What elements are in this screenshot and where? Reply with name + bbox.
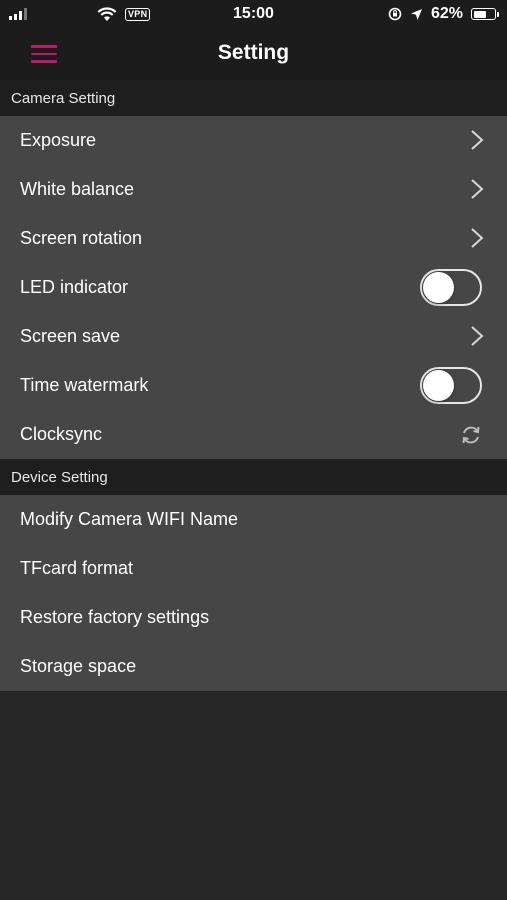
row-screen-rotation[interactable]: Screen rotation	[0, 214, 507, 263]
row-label: TFcard format	[20, 558, 134, 578]
row-label: Exposure	[20, 130, 97, 150]
vpn-badge: VPN	[125, 7, 151, 21]
row-label: Restore factory settings	[20, 607, 210, 627]
section-header-camera: Camera Setting	[0, 80, 507, 116]
row-tfcard-format[interactable]: TFcard format	[0, 544, 507, 593]
row-led-indicator: LED indicator	[0, 263, 507, 312]
cellular-signal-icon	[9, 8, 27, 20]
rotation-lock-icon	[388, 7, 402, 21]
chevron-right-icon	[471, 130, 484, 150]
sync-icon[interactable]	[460, 424, 482, 446]
chevron-right-icon	[471, 228, 484, 248]
chevron-right-icon	[471, 179, 484, 199]
row-label: Screen rotation	[20, 228, 143, 248]
toggle-knob	[423, 272, 454, 303]
row-modify-wifi-name[interactable]: Modify Camera WIFI Name	[0, 495, 507, 544]
location-arrow-icon	[410, 8, 422, 20]
camera-settings-list: Exposure White balance Screen rotation L…	[0, 116, 507, 459]
section-header-device: Device Setting	[0, 459, 507, 495]
status-left	[9, 8, 29, 20]
chevron-right-icon	[471, 326, 484, 346]
row-label: Storage space	[20, 656, 137, 676]
row-label: Screen save	[20, 326, 121, 346]
row-white-balance[interactable]: White balance	[0, 165, 507, 214]
toggle-knob	[423, 370, 454, 401]
status-right-group: 62%	[388, 5, 499, 23]
row-storage-space[interactable]: Storage space	[0, 642, 507, 691]
device-settings-list: Modify Camera WIFI Name TFcard format Re…	[0, 495, 507, 691]
row-screen-save[interactable]: Screen save	[0, 312, 507, 361]
led-indicator-toggle[interactable]	[420, 269, 482, 306]
page-title: Setting	[217, 41, 290, 64]
battery-icon	[471, 8, 499, 20]
row-restore-factory[interactable]: Restore factory settings	[0, 593, 507, 642]
row-label: White balance	[20, 179, 135, 199]
status-bar: 15:00 VPN 62%	[0, 0, 507, 28]
wifi-icon	[97, 6, 117, 21]
status-right: VPN	[97, 6, 151, 22]
battery-percent: 62%	[430, 5, 463, 22]
nav-bar: Setting	[0, 28, 507, 80]
row-clocksync[interactable]: Clocksync	[0, 410, 507, 459]
time-watermark-toggle[interactable]	[420, 367, 482, 404]
row-label: Modify Camera WIFI Name	[20, 509, 239, 529]
row-label: Clocksync	[20, 424, 103, 444]
row-time-watermark: Time watermark	[0, 361, 507, 410]
row-exposure[interactable]: Exposure	[0, 116, 507, 165]
